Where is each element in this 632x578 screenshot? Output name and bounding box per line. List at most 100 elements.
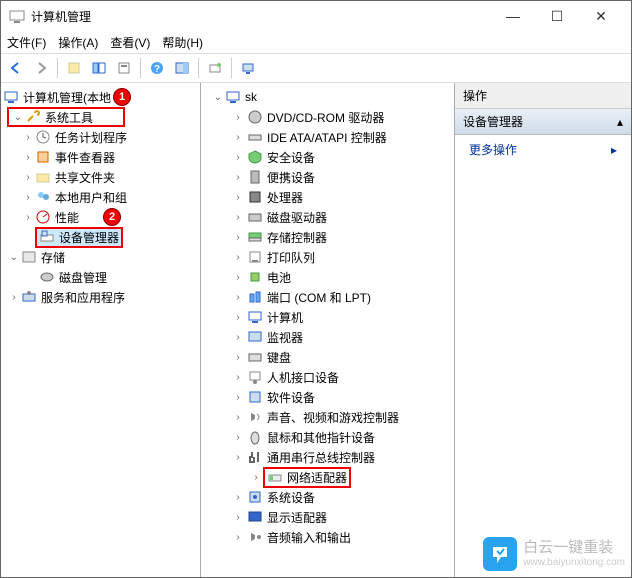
category-icon [247,309,263,325]
expander-closed-icon[interactable]: › [231,372,245,383]
device-category[interactable]: ›端口 (COM 和 LPT) [201,287,454,307]
expander-closed-icon[interactable]: › [231,192,245,203]
disk-icon [39,269,55,285]
device-category[interactable]: ›键盘 [201,347,454,367]
device-category[interactable]: ›处理器 [201,187,454,207]
tree-root-computer-management[interactable]: 计算机管理(本地 1 [1,87,200,107]
expander-closed-icon[interactable]: › [231,512,245,523]
tree-label: 磁盘驱动器 [267,209,327,226]
expander-closed-icon[interactable]: › [231,212,245,223]
device-category[interactable]: ›通用串行总线控制器 [201,447,454,467]
show-hide-tree-button[interactable] [88,57,110,79]
expander-closed-icon[interactable]: › [7,292,21,303]
monitor-button[interactable] [237,57,259,79]
back-button[interactable] [5,57,27,79]
device-category[interactable]: ›监视器 [201,327,454,347]
tree-event-viewer[interactable]: › 事件查看器 [1,147,200,167]
tools-icon [25,109,41,125]
computer-icon [3,89,19,105]
menu-help[interactable]: 帮助(H) [162,34,203,51]
device-category[interactable]: ›DVD/CD-ROM 驱动器 [201,107,454,127]
category-icon [247,109,263,125]
tree-performance[interactable]: › 性能 2 [1,207,200,227]
expander-closed-icon[interactable]: › [231,412,245,423]
device-manager-icon [39,229,55,245]
expander-closed-icon[interactable]: › [21,132,35,143]
menu-action[interactable]: 操作(A) [58,34,98,51]
device-category[interactable]: ›安全设备 [201,147,454,167]
expander-closed-icon[interactable]: › [231,232,245,243]
device-category[interactable]: ›音频输入和输出 [201,527,454,547]
expander-closed-icon[interactable]: › [249,472,263,483]
device-category[interactable]: ›系统设备 [201,487,454,507]
actions-more-label: 更多操作 [469,141,517,158]
device-tree[interactable]: ⌄ sk ›DVD/CD-ROM 驱动器›IDE ATA/ATAPI 控制器›安… [201,83,455,577]
tree-task-scheduler[interactable]: › 任务计划程序 [1,127,200,147]
expander-closed-icon[interactable]: › [21,212,35,223]
titlebar: 计算机管理 — ☐ ✕ [1,1,631,31]
expander-closed-icon[interactable]: › [231,152,245,163]
expander-open-icon[interactable]: ⌄ [11,112,25,123]
tree-label: 性能 [55,209,79,226]
expander-closed-icon[interactable]: › [231,432,245,443]
expander-closed-icon[interactable]: › [231,452,245,463]
menu-file[interactable]: 文件(F) [7,34,46,51]
device-category[interactable]: ›软件设备 [201,387,454,407]
device-category[interactable]: ›人机接口设备 [201,367,454,387]
menubar: 文件(F) 操作(A) 查看(V) 帮助(H) [1,31,631,53]
tree-local-users[interactable]: › 本地用户和组 [1,187,200,207]
expander-closed-icon[interactable]: › [231,252,245,263]
device-category[interactable]: ›电池 [201,267,454,287]
close-button[interactable]: ✕ [579,2,623,30]
device-category[interactable]: ›显示适配器 [201,507,454,527]
device-button[interactable] [204,57,226,79]
expander-closed-icon[interactable]: › [21,152,35,163]
actions-section-title[interactable]: 设备管理器 ▴ [455,109,631,135]
device-category[interactable]: › 声音、视频和游戏控制器 [201,407,454,427]
expander-closed-icon[interactable]: › [231,272,245,283]
category-icon [247,529,263,545]
device-category[interactable]: ›鼠标和其他指针设备 [201,427,454,447]
device-category[interactable]: ›打印队列 [201,247,454,267]
device-category[interactable]: 3›网络适配器 [201,467,454,487]
tree-shared-folders[interactable]: › 共享文件夹 [1,167,200,187]
maximize-button[interactable]: ☐ [535,2,579,30]
minimize-button[interactable]: — [491,2,535,30]
expander-open-icon[interactable]: ⌄ [211,92,225,103]
expander-closed-icon[interactable]: › [231,492,245,503]
help-button[interactable]: ? [146,57,168,79]
forward-button[interactable] [30,57,52,79]
tree-system-tools[interactable]: ⌄ 系统工具 [7,107,125,127]
expander-closed-icon[interactable]: › [231,532,245,543]
expander-open-icon[interactable]: ⌄ [7,252,21,263]
expander-closed-icon[interactable]: › [231,352,245,363]
tree-device-manager[interactable]: 设备管理器 [1,227,200,247]
device-category[interactable]: › 磁盘驱动器 [201,207,454,227]
expander-closed-icon[interactable]: › [231,112,245,123]
console-tree[interactable]: 计算机管理(本地 1 ⌄ 系统工具 › 任务计划程序 › 事件查看器 › [1,83,201,577]
device-root[interactable]: ⌄ sk [201,87,454,107]
actions-more[interactable]: 更多操作 ▸ [455,135,631,164]
tree-storage[interactable]: ⌄ 存储 [1,247,200,267]
expander-closed-icon[interactable]: › [231,332,245,343]
collapse-icon[interactable]: ▴ [617,115,623,129]
expander-closed-icon[interactable]: › [21,192,35,203]
device-category[interactable]: ›便携设备 [201,167,454,187]
expander-closed-icon[interactable]: › [231,172,245,183]
expander-closed-icon[interactable]: › [21,172,35,183]
tree-disk-management[interactable]: 磁盘管理 [1,267,200,287]
menu-view[interactable]: 查看(V) [110,34,150,51]
expander-closed-icon[interactable]: › [231,132,245,143]
expander-closed-icon[interactable]: › [231,392,245,403]
device-category[interactable]: ›存储控制器 [201,227,454,247]
tree-services-applications[interactable]: › 服务和应用程序 [1,287,200,307]
expander-closed-icon[interactable]: › [231,292,245,303]
device-category[interactable]: ›计算机 [201,307,454,327]
device-category[interactable]: ›IDE ATA/ATAPI 控制器 [201,127,454,147]
expander-closed-icon[interactable]: › [231,312,245,323]
up-button[interactable] [63,57,85,79]
category-icon [247,489,263,505]
action-pane-button[interactable] [171,57,193,79]
properties-button[interactable] [113,57,135,79]
tree-label: 声音、视频和游戏控制器 [267,409,399,426]
